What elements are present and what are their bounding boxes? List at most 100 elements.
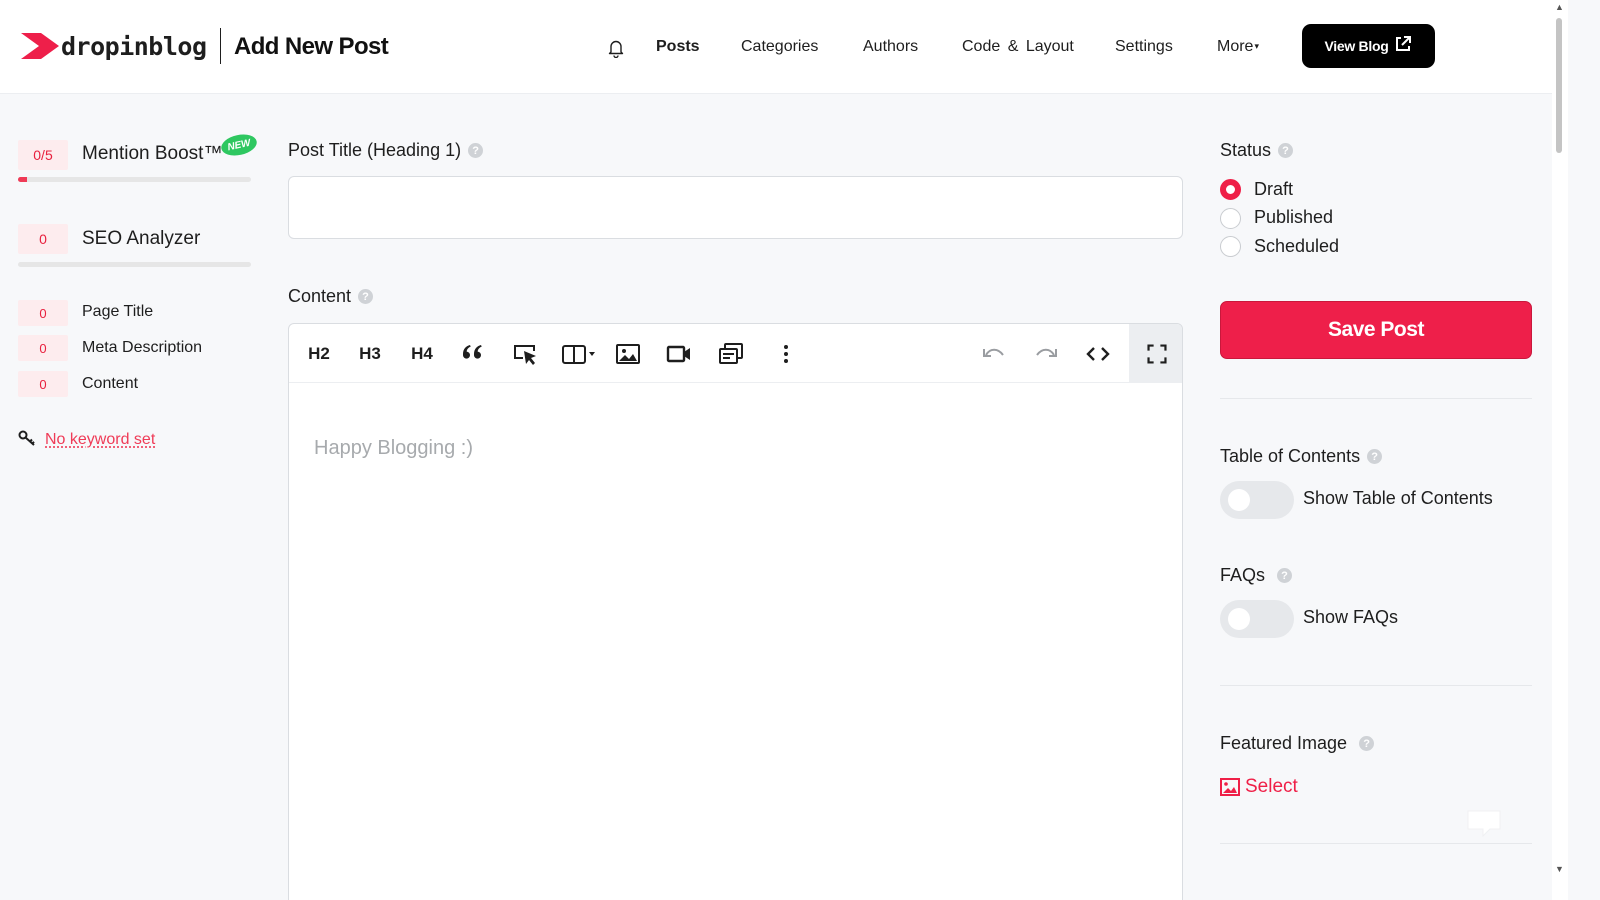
scroll-up-arrow-icon[interactable]: ▲ xyxy=(1555,2,1564,12)
content-score: 0 xyxy=(18,371,68,397)
logo-text: dropinblog xyxy=(61,32,207,61)
page-title-score: 0 xyxy=(18,300,68,326)
h3-button[interactable]: H3 xyxy=(350,324,390,383)
mention-boost-label[interactable]: Mention Boost™ xyxy=(82,143,222,165)
help-icon[interactable]: ? xyxy=(1359,736,1374,751)
nav-settings[interactable]: Settings xyxy=(1115,38,1173,56)
image-icon xyxy=(1220,778,1240,796)
section-divider xyxy=(1220,685,1532,686)
columns-icon xyxy=(558,341,598,367)
page-title-check-label[interactable]: Page Title xyxy=(82,303,153,321)
help-icon[interactable]: ? xyxy=(1367,449,1382,464)
toc-toggle-label: Show Table of Contents xyxy=(1303,488,1493,509)
fullscreen-icon xyxy=(1146,343,1168,365)
help-icon[interactable]: ? xyxy=(1278,143,1293,158)
toc-toggle[interactable] xyxy=(1220,481,1294,519)
view-blog-label: View Blog xyxy=(1325,38,1389,54)
mention-boost-progress xyxy=(18,177,251,182)
vertical-dots-icon xyxy=(773,341,799,367)
toc-label-text: Table of Contents xyxy=(1220,446,1360,467)
blockquote-button[interactable] xyxy=(453,324,493,383)
nav-posts[interactable]: Posts xyxy=(656,38,700,56)
image-icon xyxy=(615,341,641,367)
page-title: Add New Post xyxy=(234,33,388,61)
seo-analyzer-score: 0 xyxy=(18,224,68,254)
nav-authors[interactable]: Authors xyxy=(863,38,918,56)
post-title-label: Post Title (Heading 1) ? xyxy=(288,140,483,161)
button-insert-button[interactable] xyxy=(505,324,545,383)
nav-categories[interactable]: Categories xyxy=(741,38,818,56)
columns-button[interactable] xyxy=(556,324,600,383)
image-button[interactable] xyxy=(608,324,648,383)
gallery-icon xyxy=(718,341,744,367)
h2-button[interactable]: H2 xyxy=(299,324,339,383)
logo-icon xyxy=(19,31,59,61)
chevron-down-icon: ▾ xyxy=(1254,41,1259,51)
scrollbar-thumb[interactable] xyxy=(1556,18,1562,153)
help-icon[interactable]: ? xyxy=(468,143,483,158)
video-button[interactable] xyxy=(659,324,699,383)
status-option-draft[interactable]: Draft xyxy=(1254,179,1293,200)
no-keyword-link[interactable]: No keyword set xyxy=(45,431,155,449)
external-link-icon xyxy=(1394,35,1412,53)
content-check-label[interactable]: Content xyxy=(82,375,138,393)
faqs-toggle-label: Show FAQs xyxy=(1303,607,1398,628)
video-icon xyxy=(666,341,692,367)
section-divider xyxy=(1220,843,1532,844)
help-icon[interactable]: ? xyxy=(358,289,373,304)
status-radio-scheduled[interactable] xyxy=(1220,236,1241,257)
status-label-text: Status xyxy=(1220,140,1271,161)
featured-image-select-link[interactable]: Select xyxy=(1220,776,1298,798)
seo-analyzer-progress xyxy=(18,262,251,267)
select-label: Select xyxy=(1245,776,1298,798)
seo-analyzer-label[interactable]: SEO Analyzer xyxy=(82,228,200,250)
h4-button[interactable]: H4 xyxy=(402,324,442,383)
scroll-down-arrow-icon[interactable]: ▼ xyxy=(1555,864,1564,874)
toc-label: Table of Contents ? xyxy=(1220,446,1382,467)
new-badge: NEW xyxy=(219,131,258,158)
nav-code-layout[interactable]: Code & Layout xyxy=(962,38,1074,56)
fullscreen-button[interactable] xyxy=(1129,324,1183,383)
content-label: Content ? xyxy=(288,286,373,307)
content-label-text: Content xyxy=(288,286,351,307)
chat-bubble-icon[interactable] xyxy=(1466,807,1502,837)
meta-description-score: 0 xyxy=(18,335,68,361)
logo-divider xyxy=(220,28,221,64)
logo[interactable]: dropinblog xyxy=(19,31,207,61)
toggle-knob xyxy=(1228,608,1250,630)
status-option-scheduled[interactable]: Scheduled xyxy=(1254,236,1339,257)
featured-image-label-text: Featured Image xyxy=(1220,733,1347,754)
content-placeholder: Happy Blogging :) xyxy=(314,437,473,460)
faqs-toggle[interactable] xyxy=(1220,600,1294,638)
editor-toolbar: H2 H3 H4 xyxy=(289,324,1182,383)
toggle-knob xyxy=(1228,489,1250,511)
help-icon[interactable]: ? xyxy=(1277,568,1292,583)
post-title-label-text: Post Title (Heading 1) xyxy=(288,140,461,161)
faqs-label-text: FAQs xyxy=(1220,565,1265,586)
faqs-label: FAQs ? xyxy=(1220,565,1292,586)
status-radio-draft[interactable] xyxy=(1220,179,1241,200)
bell-icon[interactable] xyxy=(607,38,625,58)
meta-description-check-label[interactable]: Meta Description xyxy=(82,339,202,357)
status-radio-published[interactable] xyxy=(1220,208,1241,229)
post-title-input[interactable] xyxy=(288,176,1183,239)
nav-more[interactable]: More▾ xyxy=(1217,38,1259,56)
redo-button[interactable] xyxy=(1026,324,1066,383)
status-label: Status ? xyxy=(1220,140,1293,161)
content-editor[interactable]: H2 H3 H4 Happy Blogging:) xyxy=(288,323,1183,900)
featured-image-label: Featured Image ? xyxy=(1220,733,1374,754)
save-post-button[interactable]: Save Post xyxy=(1220,301,1532,359)
section-divider xyxy=(1220,398,1532,399)
nav-more-label: More xyxy=(1217,38,1253,55)
mention-boost-score: 0/5 xyxy=(18,140,68,170)
redo-icon xyxy=(1033,341,1059,367)
top-header: dropinblog Add New Post Posts Categories… xyxy=(0,0,1552,94)
status-option-published[interactable]: Published xyxy=(1254,207,1333,228)
more-options-button[interactable] xyxy=(766,324,806,383)
embed-button[interactable] xyxy=(711,324,751,383)
quote-icon xyxy=(460,341,486,367)
undo-icon xyxy=(981,341,1007,367)
undo-button[interactable] xyxy=(974,324,1014,383)
source-code-button[interactable] xyxy=(1078,324,1118,383)
view-blog-button[interactable]: View Blog xyxy=(1302,24,1435,68)
